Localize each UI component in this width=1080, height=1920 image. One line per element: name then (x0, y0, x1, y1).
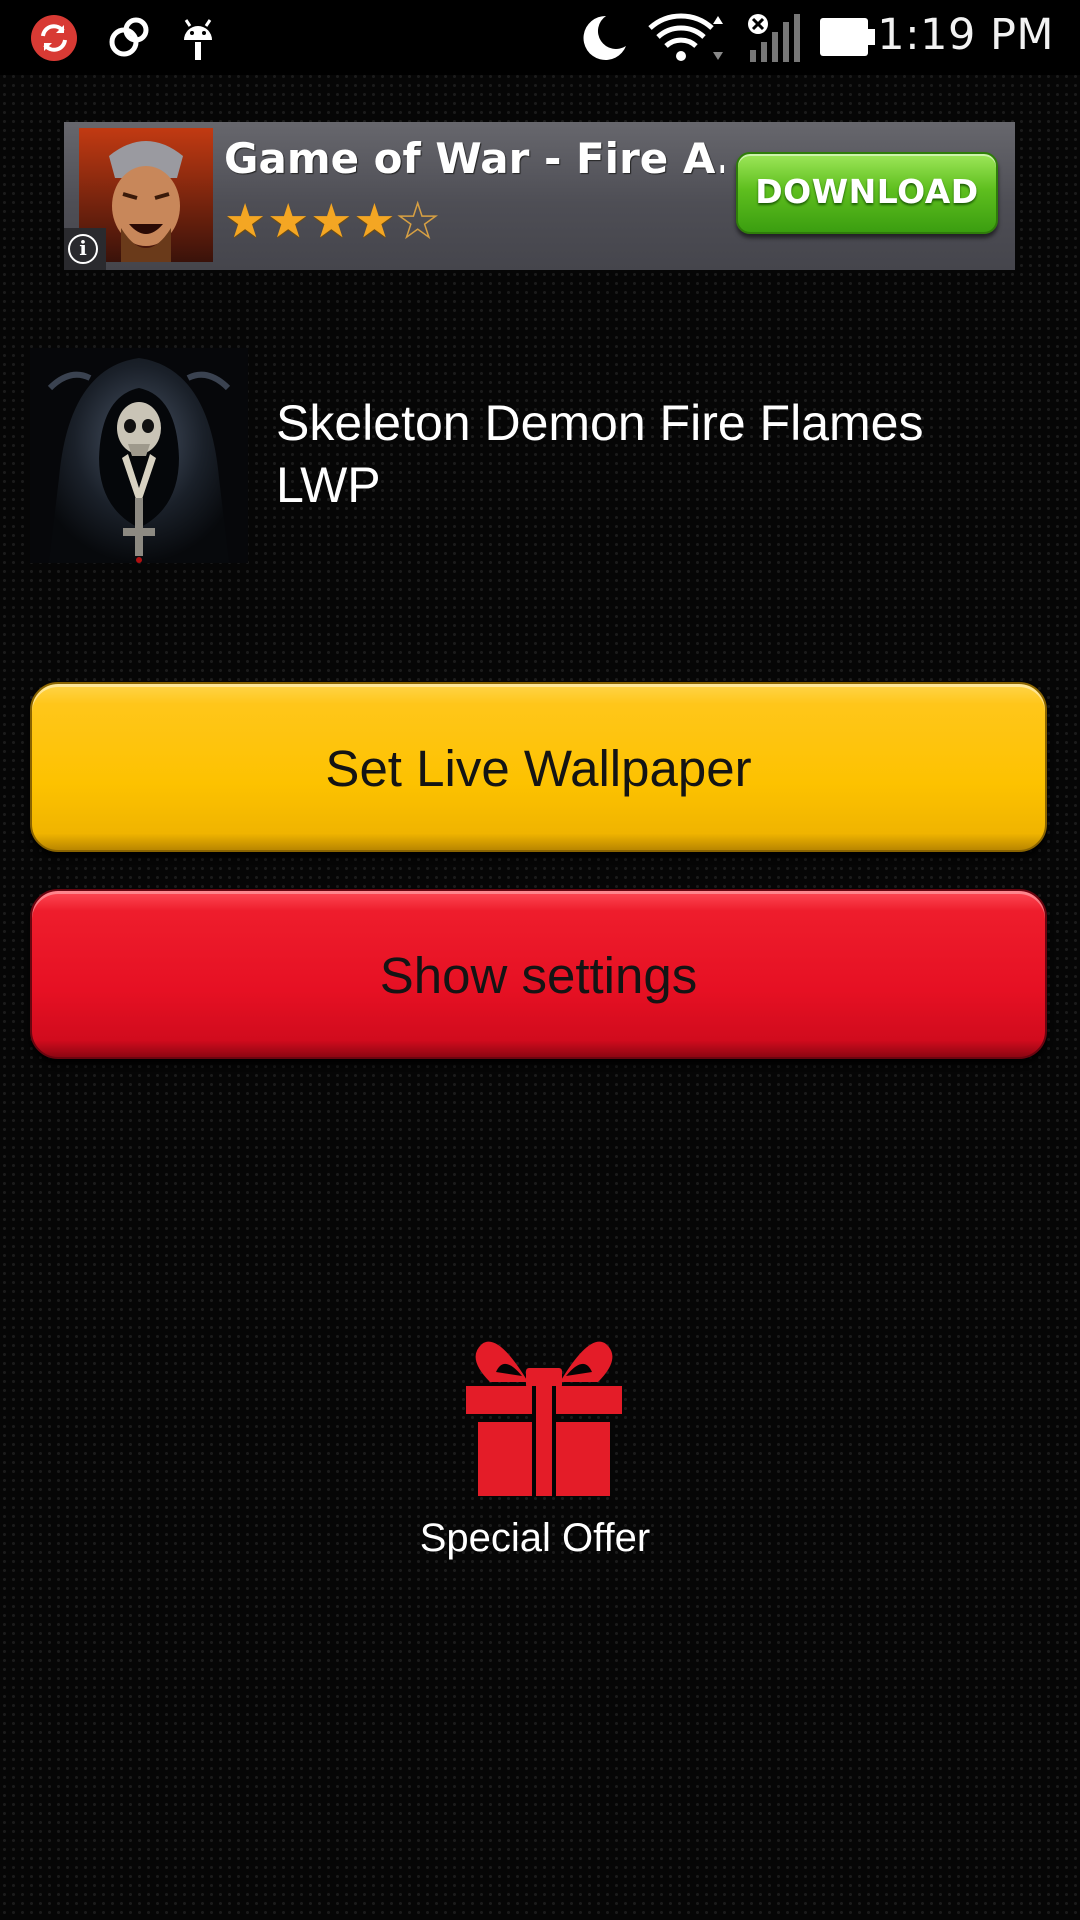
sync-icon (31, 15, 77, 61)
show-settings-label: Show settings (379, 947, 698, 1004)
app-thumbnail (30, 348, 248, 563)
star-full-icon: ★ (267, 194, 311, 249)
star-full-icon: ★ (310, 194, 354, 249)
app-title: Skeleton Demon Fire Flames LWP (276, 395, 924, 513)
star-full-icon: ★ (353, 194, 397, 249)
no-sim-signal-icon (748, 14, 800, 62)
ad-info-button[interactable]: i (64, 228, 106, 270)
moon-icon (583, 15, 626, 60)
special-offer-button[interactable]: Special Offer (390, 1320, 690, 1570)
android-debug-icon (184, 19, 212, 60)
star-full-icon: ★ (224, 194, 268, 249)
info-icon: i (68, 234, 98, 264)
ad-rating-stars: ★★★★★ (224, 197, 440, 246)
set-live-wallpaper-label: Set Live Wallpaper (325, 740, 752, 797)
status-time: 1:19 PM (877, 10, 1054, 60)
link-icon (109, 17, 149, 57)
show-settings-button[interactable]: Show settings (30, 889, 1047, 1059)
ad-banner[interactable]: Game of War - Fire A... ★★★★★ DOWNLOAD i (64, 122, 1015, 270)
star-empty-icon: ★ (396, 194, 440, 249)
gift-icon (466, 1341, 622, 1496)
battery-icon (820, 18, 875, 56)
special-offer-label: Special Offer (419, 1516, 651, 1560)
ad-download-button[interactable]: DOWNLOAD (736, 152, 998, 234)
status-bar: 1:19 PM (0, 0, 1080, 75)
wifi-icon (648, 13, 723, 61)
ad-title[interactable]: Game of War - Fire A... (224, 134, 724, 183)
set-live-wallpaper-button[interactable]: Set Live Wallpaper (30, 682, 1047, 852)
